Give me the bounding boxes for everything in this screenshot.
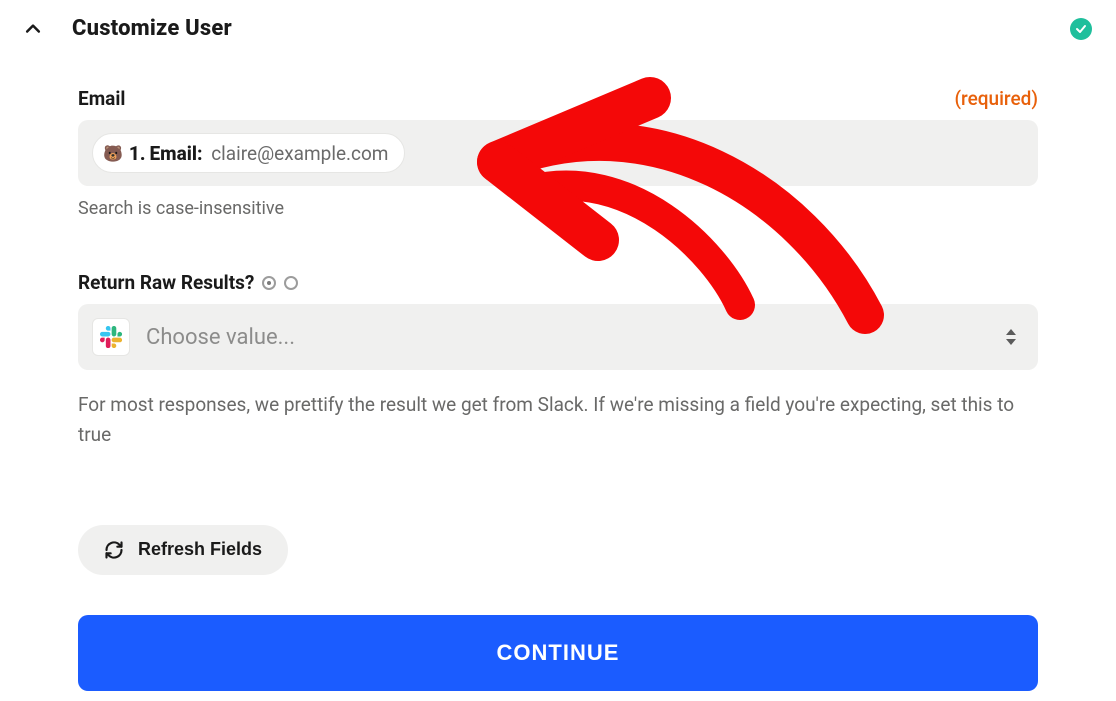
raw-radio-false[interactable] — [284, 276, 298, 290]
select-placeholder: Choose value... — [146, 325, 1004, 350]
slack-icon — [100, 326, 122, 348]
continue-label: CONTINUE — [497, 640, 620, 665]
email-label: Email — [78, 87, 125, 110]
required-label: (required) — [954, 87, 1038, 110]
email-value-pill[interactable]: 🐻 1. Email: claire@example.com — [92, 133, 405, 173]
section-title: Customize User — [72, 16, 232, 41]
pill-number: 1. — [129, 142, 146, 165]
email-helper-text: Search is case-insensitive — [78, 198, 1038, 219]
pill-value: claire@example.com — [211, 142, 388, 165]
raw-results-select[interactable]: Choose value... — [78, 304, 1038, 370]
continue-button[interactable]: CONTINUE — [78, 615, 1038, 691]
refresh-icon — [104, 540, 124, 560]
pill-field-name: Email: — [150, 142, 203, 165]
raw-radio-true[interactable] — [262, 276, 276, 290]
check-icon — [1075, 23, 1087, 35]
select-arrows-icon — [1004, 327, 1018, 347]
raw-results-label: Return Raw Results? — [78, 271, 254, 294]
slack-app-icon-frame — [92, 318, 130, 356]
email-field[interactable]: 🐻 1. Email: claire@example.com — [78, 120, 1038, 186]
refresh-label: Refresh Fields — [138, 539, 262, 560]
refresh-fields-button[interactable]: Refresh Fields — [78, 525, 288, 575]
chevron-up-icon — [23, 19, 43, 39]
raw-results-helper: For most responses, we prettify the resu… — [78, 390, 1028, 451]
collapse-toggle[interactable] — [22, 18, 44, 40]
status-success-badge — [1070, 18, 1092, 40]
wpforms-icon: 🐻 — [103, 144, 123, 163]
